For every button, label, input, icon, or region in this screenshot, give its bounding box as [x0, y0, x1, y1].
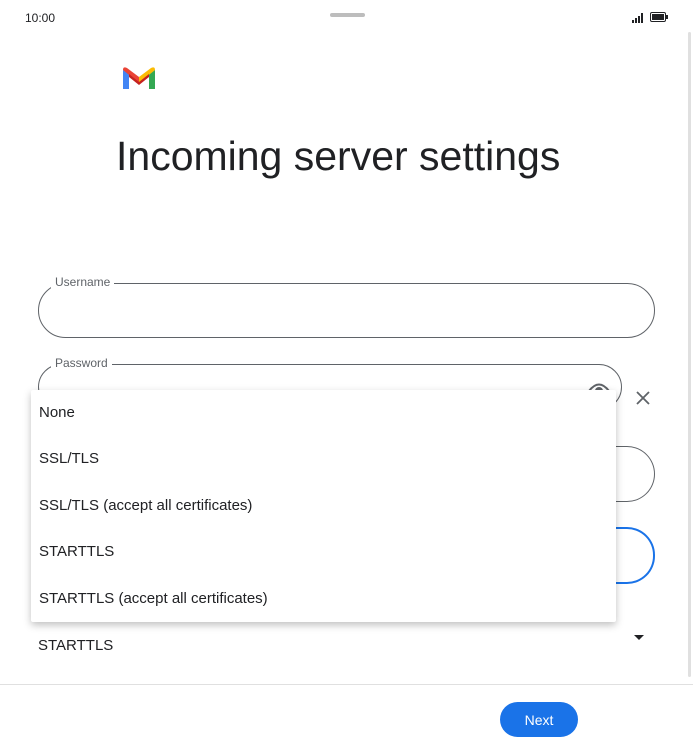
security-type-select[interactable]: STARTTLS: [38, 630, 650, 660]
signal-icon: [632, 13, 643, 23]
bottom-divider: [0, 684, 693, 685]
security-dropdown-menu: None SSL/TLS SSL/TLS (accept all certifi…: [31, 390, 616, 622]
next-button[interactable]: Next: [500, 702, 578, 737]
gmail-logo: [123, 67, 155, 89]
drag-handle[interactable]: [330, 13, 365, 17]
security-selected-value: STARTTLS: [38, 637, 114, 654]
menu-item-starttls[interactable]: STARTTLS: [31, 529, 616, 575]
dropdown-arrow-icon: [634, 635, 644, 640]
status-bar: 10:00: [0, 0, 693, 34]
close-icon[interactable]: [634, 389, 652, 407]
username-field[interactable]: Username: [38, 275, 655, 338]
menu-item-ssl-tls[interactable]: SSL/TLS: [31, 436, 616, 482]
status-time: 10:00: [25, 11, 56, 25]
menu-item-starttls-accept-all[interactable]: STARTTLS (accept all certificates): [31, 576, 616, 622]
menu-item-none[interactable]: None: [31, 390, 616, 436]
username-label: Username: [51, 275, 115, 289]
password-label: Password: [51, 356, 112, 370]
battery-icon: [650, 12, 668, 22]
scrollbar[interactable]: [688, 32, 691, 677]
menu-item-ssl-tls-accept-all[interactable]: SSL/TLS (accept all certificates): [31, 483, 616, 529]
page-title: Incoming server settings: [116, 133, 561, 179]
